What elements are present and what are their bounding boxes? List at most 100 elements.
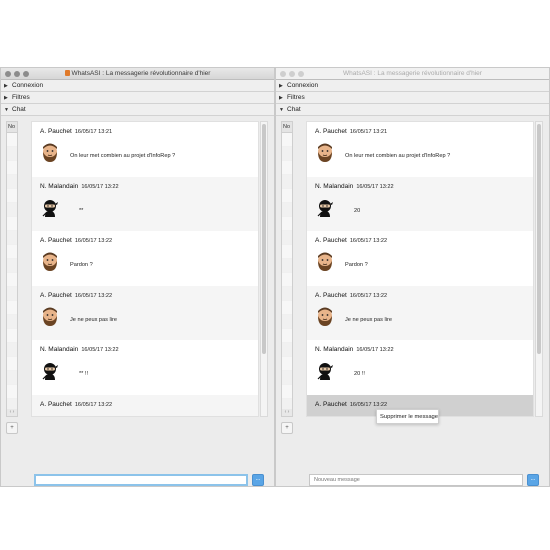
list-item[interactable] <box>7 175 17 189</box>
ninja-avatar <box>316 198 334 218</box>
message-text: Je ne peux pas lire <box>70 316 117 323</box>
list-item[interactable] <box>7 357 17 371</box>
message-author: A. Pauchet <box>315 400 347 408</box>
section-connexion[interactable]: ▶ Connexion <box>276 80 549 92</box>
message-row[interactable]: N. Malandain 16/05/17 13:22 ** !! <box>32 340 258 395</box>
list-item[interactable] <box>7 273 17 287</box>
message-header: A. Pauchet 16/05/17 13:22 <box>40 401 258 408</box>
bearded-man-avatar <box>316 252 334 272</box>
chat-panel: No ‹ › + A. Pauchet 16/05/17 13:21 On le… <box>1 116 274 486</box>
list-item[interactable] <box>282 217 292 231</box>
list-item[interactable] <box>7 385 17 399</box>
list-item[interactable] <box>7 133 17 147</box>
add-conversation-button[interactable]: + <box>281 422 293 434</box>
list-item[interactable] <box>282 385 292 399</box>
list-item[interactable] <box>282 161 292 175</box>
zoom-window-button[interactable] <box>23 71 29 77</box>
list-item[interactable] <box>7 203 17 217</box>
message-row[interactable]: N. Malandain 16/05/17 13:22 ** <box>32 176 258 231</box>
section-filtres[interactable]: ▶ Filtres <box>276 92 549 104</box>
context-menu-delete-message[interactable]: Supprimer le message <box>376 409 439 424</box>
list-item[interactable] <box>282 133 292 147</box>
section-chat[interactable]: ▼ Chat <box>276 104 549 116</box>
list-item[interactable] <box>282 175 292 189</box>
message-row[interactable]: A. Pauchet 16/05/17 13:21 On leur met comb… <box>307 122 533 177</box>
message-row[interactable]: A. Pauchet 16/05/17 13:21 On leur met comb… <box>32 122 258 177</box>
list-item[interactable] <box>282 343 292 357</box>
triangle-right-icon: ▶ <box>279 82 283 89</box>
bearded-man-avatar <box>41 143 59 163</box>
triangle-down-icon: ▼ <box>4 106 9 113</box>
titlebar: WhatsASI : La messagerie révolutionnaire… <box>276 68 549 80</box>
list-item[interactable] <box>7 245 17 259</box>
message-row[interactable]: A. Pauchet 16/05/17 13:22 Je ne peux pas l… <box>32 285 258 340</box>
message-header: A. Pauchet 16/05/17 13:22 <box>315 237 533 244</box>
minimize-window-button[interactable] <box>289 71 295 77</box>
message-row[interactable]: A. Pauchet 16/05/17 13:22 Je ne peux pas l… <box>307 285 533 340</box>
list-item[interactable] <box>7 231 17 245</box>
list-item[interactable] <box>282 357 292 371</box>
list-item[interactable] <box>7 189 17 203</box>
list-item[interactable] <box>7 371 17 385</box>
message-timestamp: 16/05/17 13:22 <box>356 347 394 353</box>
vertical-scrollbar[interactable] <box>535 121 543 417</box>
message-list[interactable]: A. Pauchet 16/05/17 13:21 On leur met comb… <box>31 121 259 417</box>
list-item[interactable] <box>282 371 292 385</box>
app-icon <box>64 70 70 76</box>
scrollbar-thumb[interactable] <box>262 124 266 354</box>
list-item[interactable] <box>282 301 292 315</box>
conversation-list-header: No <box>282 122 292 133</box>
section-filtres[interactable]: ▶ Filtres <box>1 92 274 104</box>
list-item[interactable] <box>7 259 17 273</box>
message-row[interactable]: A. Pauchet 16/05/17 13:22 Pardon ? <box>307 231 533 286</box>
conversation-list[interactable]: No ‹ › <box>6 121 18 417</box>
message-input[interactable] <box>34 474 248 486</box>
scrollbar-thumb[interactable] <box>537 124 541 354</box>
list-item[interactable] <box>282 231 292 245</box>
horizontal-scrollbar[interactable]: ‹ › <box>282 409 292 416</box>
section-connexion[interactable]: ▶ Connexion <box>1 80 274 92</box>
list-item[interactable] <box>282 273 292 287</box>
send-button[interactable]: ... <box>527 474 539 486</box>
message-row[interactable]: A. Pauchet 16/05/17 13:22 Pardon ? <box>32 231 258 286</box>
minimize-window-button[interactable] <box>14 71 20 77</box>
message-text: Pardon ? <box>345 262 368 268</box>
list-item[interactable] <box>282 259 292 273</box>
list-item[interactable] <box>7 147 17 161</box>
list-item[interactable] <box>282 245 292 259</box>
list-item[interactable] <box>282 287 292 301</box>
list-item[interactable] <box>282 147 292 161</box>
horizontal-scrollbar[interactable]: ‹ › <box>7 409 17 416</box>
list-item[interactable] <box>7 329 17 343</box>
list-item[interactable] <box>282 189 292 203</box>
message-input[interactable] <box>309 474 523 486</box>
section-chat[interactable]: ▼ Chat <box>1 104 274 116</box>
close-window-button[interactable] <box>280 71 286 77</box>
add-conversation-button[interactable]: + <box>6 422 18 434</box>
message-header: A. Pauchet 16/05/17 13:22 <box>40 292 258 299</box>
section-label: Connexion <box>12 82 44 89</box>
list-item[interactable] <box>282 329 292 343</box>
close-window-button[interactable] <box>5 71 11 77</box>
list-item[interactable] <box>7 161 17 175</box>
section-label: Filtres <box>12 94 30 101</box>
message-row[interactable]: N. Malandain 16/05/17 13:22 20 <box>307 176 533 231</box>
message-text: On leur met combien au projet d'InfoRep … <box>345 153 451 159</box>
list-item[interactable] <box>7 287 17 301</box>
list-item[interactable] <box>7 217 17 231</box>
send-button[interactable]: ... <box>252 474 264 486</box>
list-item[interactable] <box>7 315 17 329</box>
message-row[interactable]: N. Malandain 16/05/17 13:22 20 !! <box>307 340 533 395</box>
bearded-man-avatar <box>316 307 334 327</box>
list-item[interactable] <box>282 203 292 217</box>
message-row[interactable]: A. Pauchet 16/05/17 13:22 <box>32 394 258 416</box>
list-item[interactable] <box>7 301 17 315</box>
vertical-scrollbar[interactable] <box>260 121 268 417</box>
zoom-window-button[interactable] <box>298 71 304 77</box>
list-item[interactable] <box>282 315 292 329</box>
bearded-man-avatar <box>316 143 334 163</box>
bearded-man-avatar <box>316 416 334 417</box>
conversation-list[interactable]: No ‹ › <box>281 121 293 417</box>
message-list[interactable]: A. Pauchet 16/05/17 13:21 On leur met comb… <box>306 121 534 417</box>
list-item[interactable] <box>7 343 17 357</box>
